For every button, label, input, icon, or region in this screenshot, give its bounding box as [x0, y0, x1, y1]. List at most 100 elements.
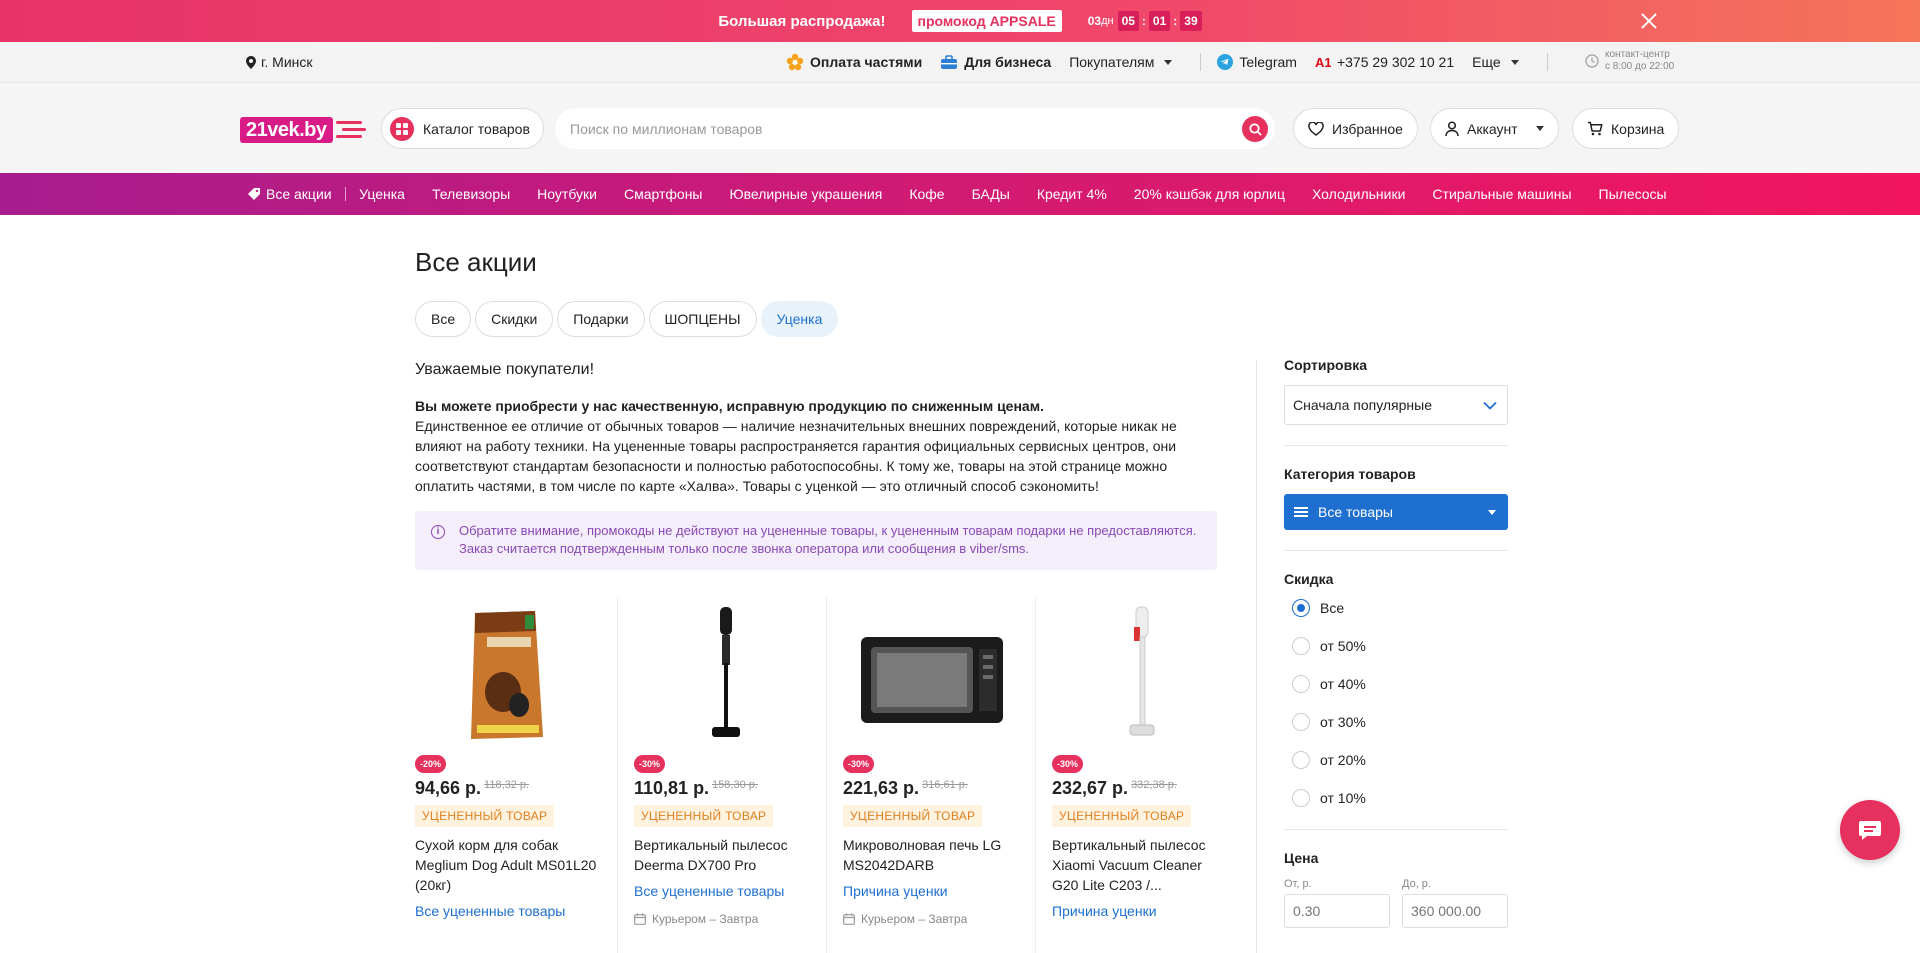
contact-line1: контакт-центр [1605, 49, 1670, 60]
product-card[interactable]: -30% 232,67 р. 332,38 р. УЦЕНЕННЫЙ ТОВАР… [1035, 597, 1244, 953]
catnav-item[interactable]: Смартфоны [610, 173, 716, 215]
contact-line2: с 8:00 до 22:00 [1605, 61, 1675, 72]
chevron-down-icon [1164, 59, 1173, 65]
business-link[interactable]: Для бизнеса [940, 54, 1051, 70]
catnav-item[interactable]: Ювелирные украшения [716, 173, 896, 215]
catalog-button[interactable]: Каталог товаров [381, 108, 544, 149]
catnav-item[interactable]: Ноутбуки [524, 173, 611, 215]
divider [1284, 445, 1508, 446]
chevron-down-icon [1488, 510, 1496, 515]
product-image[interactable] [415, 597, 605, 745]
discount-radio-10[interactable]: от 10% [1284, 779, 1508, 817]
search-input[interactable] [555, 120, 1215, 137]
search-button[interactable] [1242, 116, 1268, 142]
product-name[interactable]: Микроволновая печь LG MS2042DARB [843, 835, 1023, 875]
phone-link[interactable]: A1 +375 29 302 10 21 [1315, 54, 1454, 70]
markdown-tag: УЦЕНЕННЫЙ ТОВАР [1052, 805, 1192, 827]
sort-title: Сортировка [1284, 357, 1367, 373]
promo-code[interactable]: промокод APPSALE [911, 10, 1062, 32]
catnav-label: Все акции [266, 186, 332, 202]
product-name[interactable]: Вертикальный пылесос Deerma DX700 Pro [634, 835, 814, 875]
product-card[interactable]: -20% 94,66 р. 118,32 р. УЦЕНЕННЫЙ ТОВАР … [415, 597, 617, 953]
info-icon: i [431, 525, 445, 539]
discount-badge: -30% [634, 755, 666, 773]
markdown-link[interactable]: Все уцененные товары [415, 903, 605, 919]
radio-label: от 10% [1320, 790, 1366, 806]
catnav-item-all-promos[interactable]: Все акции [248, 173, 346, 215]
installments-link[interactable]: Оплата частями [786, 53, 922, 71]
markdown-reason-link[interactable]: Причина уценки [843, 883, 1023, 899]
tab-discounts[interactable]: Скидки [475, 301, 554, 337]
promo-title: Большая распродажа! [718, 12, 886, 30]
catnav-item[interactable]: Кофе [896, 173, 958, 215]
account-button[interactable]: Аккаунт [1430, 108, 1559, 149]
tab-markdown[interactable]: Уценка [760, 301, 839, 337]
product-card[interactable]: -30% 221,63 р. 316,61 р. УЦЕНЕННЫЙ ТОВАР… [826, 597, 1035, 953]
price-current: 232,67 р. [1052, 778, 1129, 798]
location-pin-icon [246, 55, 256, 69]
close-icon[interactable] [1638, 10, 1660, 32]
product-image[interactable] [634, 597, 814, 745]
promo-timer: 03 дн 05 : 01 : 39 [1088, 11, 1202, 31]
business-label: Для бизнеса [964, 54, 1052, 70]
price-from-input[interactable] [1284, 894, 1390, 928]
heart-icon [1308, 121, 1324, 136]
markdown-link[interactable]: Все уцененные товары [634, 883, 814, 899]
markdown-tag: УЦЕНЕННЫЙ ТОВАР [415, 805, 555, 827]
markdown-tag: УЦЕНЕННЫЙ ТОВАР [843, 805, 983, 827]
microwave-image [861, 637, 1003, 723]
catnav-item[interactable]: Стиральные машины [1419, 173, 1585, 215]
favorites-button[interactable]: Избранное [1293, 108, 1418, 149]
tab-gifts[interactable]: Подарки [557, 301, 645, 337]
discount-badge: -20% [415, 755, 447, 773]
catnav-item[interactable]: Пылесосы [1585, 173, 1680, 215]
tab-all[interactable]: Все [415, 301, 472, 337]
delivery-info: Курьером – Завтра [634, 912, 814, 926]
more-dropdown[interactable]: Еще [1472, 54, 1519, 70]
telegram-link[interactable]: Telegram [1217, 54, 1297, 70]
sort-select[interactable]: Сначала популярные [1284, 385, 1508, 425]
catnav-item[interactable]: Холодильники [1299, 173, 1419, 215]
tab-shopceny[interactable]: ШОПЦЕНЫ [648, 301, 757, 337]
catnav-item[interactable]: Кредит 4% [1023, 173, 1120, 215]
calendar-icon [843, 913, 855, 925]
discount-radio-all[interactable]: Все [1284, 589, 1508, 627]
site-logo[interactable]: 21vek.by [240, 117, 366, 143]
city-selector[interactable]: г. Минск [246, 54, 313, 70]
briefcase-icon [941, 54, 958, 69]
discount-radio-50[interactable]: от 50% [1284, 627, 1508, 665]
product-name[interactable]: Вертикальный пылесос Xiaomi Vacuum Clean… [1052, 835, 1232, 895]
top-utility-bar: г. Минск Оплата частями Для бизнеса Поку… [0, 42, 1920, 83]
a1-operator-icon: A1 [1315, 55, 1331, 69]
discount-radio-40[interactable]: от 40% [1284, 665, 1508, 703]
catnav-item[interactable]: 20% кэшбэк для юрлиц [1120, 173, 1298, 215]
buyers-dropdown[interactable]: Покупателям [1069, 54, 1173, 70]
delivery-info: Курьером – Завтра [843, 912, 1023, 926]
body-text: Единственное ее отличие от обычных товар… [415, 418, 1177, 494]
page-title: Все акции [415, 247, 537, 277]
chevron-down-icon [1535, 126, 1544, 131]
lead-text: Вы можете приобрести у нас качественную,… [415, 398, 1044, 414]
product-image[interactable] [1052, 597, 1232, 745]
category-select[interactable]: Все товары [1284, 494, 1508, 530]
catnav-item[interactable]: Уценка [346, 173, 419, 215]
chat-button[interactable] [1840, 800, 1900, 860]
product-card[interactable]: -30% 110,81 р. 158,30 р. УЦЕНЕННЫЙ ТОВАР… [617, 597, 826, 953]
discount-radio-30[interactable]: от 30% [1284, 703, 1508, 741]
radio-circle [1292, 637, 1310, 655]
catnav-item[interactable]: Телевизоры [418, 173, 523, 215]
phone-number: +375 29 302 10 21 [1336, 54, 1455, 70]
promo-banner: Большая распродажа! промокод APPSALE 03 … [0, 0, 1920, 42]
markdown-reason-link[interactable]: Причина уценки [1052, 903, 1232, 919]
cart-button[interactable]: Корзина [1572, 108, 1680, 149]
price-current: 110,81 р. [634, 778, 710, 798]
divider [1284, 829, 1508, 830]
user-icon [1445, 120, 1459, 136]
product-image[interactable] [843, 597, 1023, 745]
discount-radio-20[interactable]: от 20% [1284, 741, 1508, 779]
price-to-input[interactable] [1402, 894, 1508, 928]
radio-label: от 40% [1320, 676, 1366, 692]
radio-circle [1292, 751, 1310, 769]
catnav-item[interactable]: БАДы [958, 173, 1023, 215]
product-name[interactable]: Сухой корм для собак Meglium Dog Adult M… [415, 835, 605, 895]
